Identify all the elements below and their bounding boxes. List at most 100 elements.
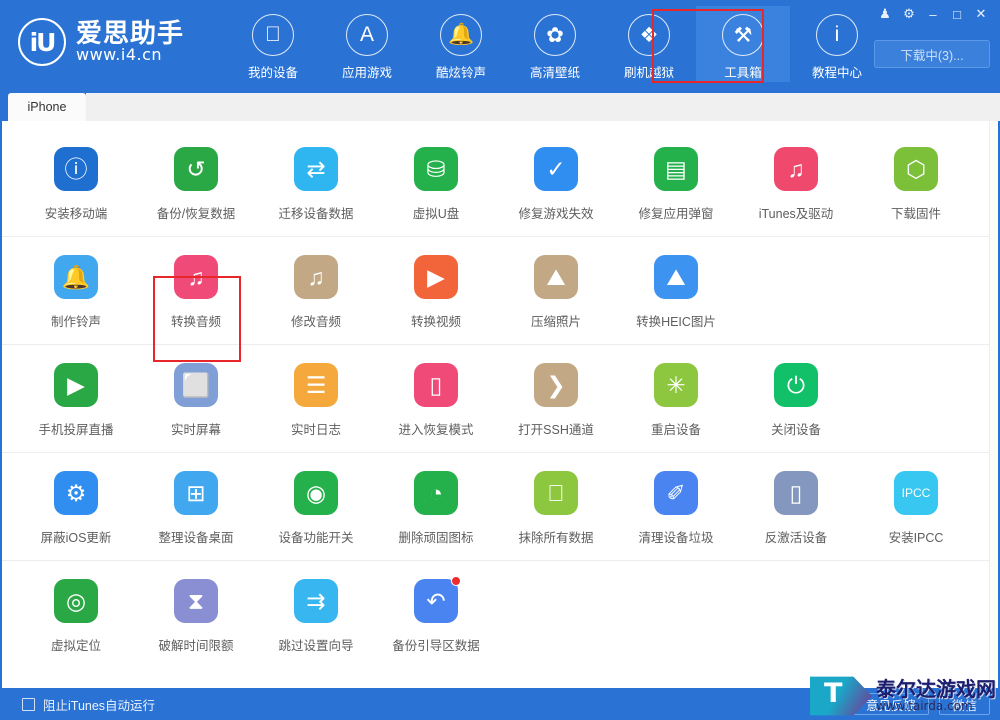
tool-label: 修复游戏失效 xyxy=(518,207,594,221)
brand-url: www.i4.cn xyxy=(76,45,163,65)
device-migrate-icon: ⇄ xyxy=(294,147,338,191)
app-header: iU 爱思助手 www.i4.cn  我的设备 A 应用游戏 🔔 酷炫铃声 ✿ 高清壁纸 ❖ 刷… xyxy=(0,0,1000,88)
tool-backup-restore[interactable]: ↺ 备份/恢复数据 xyxy=(136,129,256,236)
tool-label: 修复应用弹窗 xyxy=(638,207,714,221)
backup-restore-icon: ↺ xyxy=(174,147,218,191)
tool-device-migrate[interactable]: ⇄ 迁移设备数据 xyxy=(256,129,376,236)
tool-label: 设备功能开关 xyxy=(278,531,354,545)
tool-label: 破解时间限额 xyxy=(158,639,234,653)
dropbox-flash-icon: ❖ xyxy=(628,14,671,56)
live-log-icon: ☰ xyxy=(294,363,338,407)
convert-heic-icon: ⛰ xyxy=(654,255,698,299)
erase-all-icon:  xyxy=(534,471,578,515)
wechat-button[interactable]: 微信 xyxy=(938,693,990,715)
tool-erase-all[interactable]:  抹除所有数据 xyxy=(496,453,616,560)
fix-game-icon: ✓ xyxy=(534,147,578,191)
tool-appleid-popup[interactable]: ▤ 修复应用弹窗 xyxy=(616,129,736,236)
block-itunes-label: 阻止iTunes自动运行 xyxy=(43,698,156,713)
tool-label: 转换音频 xyxy=(170,315,221,329)
close-icon[interactable]: ✕ xyxy=(970,4,992,24)
tool-edit-audio[interactable]: ♫ 修改音频 xyxy=(256,237,376,344)
window-controls: ♟ ⚙ – □ ✕ xyxy=(874,4,992,24)
tool-delete-stubborn[interactable]: ◔ 删除顽固图标 xyxy=(376,453,496,560)
tool-compress-photo[interactable]: ⛰ 压缩照片 xyxy=(496,237,616,344)
tool-usb-drive[interactable]: ⛁ 虚拟U盘 xyxy=(376,129,496,236)
vertical-scrollbar[interactable] xyxy=(989,121,998,688)
notification-badge xyxy=(451,576,461,586)
i4tools-window: iU 爱思助手 www.i4.cn  我的设备 A 应用游戏 🔔 酷炫铃声 ✿ 高清壁纸 ❖ 刷… xyxy=(0,0,1000,720)
nav-item-info[interactable]: i 教程中心 xyxy=(790,6,884,82)
apple-icon:  xyxy=(252,14,295,56)
checkbox-box-icon[interactable] xyxy=(22,697,35,711)
tool-virtual-location[interactable]: ◎ 虚拟定位 xyxy=(16,561,136,668)
tab-iphone[interactable]: iPhone xyxy=(8,93,86,121)
tool-firmware-box[interactable]: ⬡ 下载固件 xyxy=(856,129,976,236)
tool-convert-video[interactable]: ▶ 转换视频 xyxy=(376,237,496,344)
tool-i4-app[interactable]: ⓘ 安装移动端 xyxy=(16,129,136,236)
tool-label: 删除顽固图标 xyxy=(398,531,474,545)
live-screen-icon: ⬜ xyxy=(174,363,218,407)
flower-wallpaper-icon: ✿ xyxy=(534,14,577,56)
nav-item-label: 刷机越狱 xyxy=(624,66,675,80)
tool-live-screen[interactable]: ⬜ 实时屏幕 xyxy=(136,345,256,452)
block-itunes-checkbox[interactable]: 阻止iTunes自动运行 xyxy=(22,695,155,714)
status-actions: 意见反馈 微信 xyxy=(852,693,990,715)
tool-organize-desktop[interactable]: ⊞ 整理设备桌面 xyxy=(136,453,256,560)
brand-name: 爱思助手 xyxy=(76,17,185,48)
tool-label: 抹除所有数据 xyxy=(518,531,594,545)
minimize-icon[interactable]: – xyxy=(922,4,944,24)
tool-make-ringtone[interactable]: 🔔 制作铃声 xyxy=(16,237,136,344)
feedback-button[interactable]: 意见反馈 xyxy=(852,693,929,715)
virtual-location-icon: ◎ xyxy=(54,579,98,623)
tool-screen-cast[interactable]: ▶ 手机投屏直播 xyxy=(16,345,136,452)
tool-row: ◎ 虚拟定位 ⧗ 破解时间限额 ⇉ 跳过设置向导 ↶ 备份引导区数据 xyxy=(2,561,998,668)
deactivate-device-icon: ▯ xyxy=(774,471,818,515)
tool-label: 虚拟定位 xyxy=(50,639,101,653)
tool-label: 清理设备垃圾 xyxy=(638,531,714,545)
tool-convert-audio[interactable]: ♫ 转换音频 xyxy=(136,237,256,344)
organize-desktop-icon: ⊞ xyxy=(174,471,218,515)
download-status-button[interactable]: 下载中(3)... xyxy=(874,40,990,68)
brand-text: 爱思助手 www.i4.cn xyxy=(76,17,185,65)
tool-feature-toggle[interactable]: ◉ 设备功能开关 xyxy=(256,453,376,560)
tool-label: 虚拟U盘 xyxy=(412,207,460,221)
brand-mark-icon: iU xyxy=(18,18,66,66)
tabbar-filler xyxy=(86,93,1000,121)
tool-label: 进入恢复模式 xyxy=(398,423,474,437)
tool-label: 实时日志 xyxy=(290,423,341,437)
tool-label: 跳过设置向导 xyxy=(278,639,354,653)
tool-live-log[interactable]: ☰ 实时日志 xyxy=(256,345,376,452)
crack-screentime-icon: ⧗ xyxy=(174,579,218,623)
tool-convert-heic[interactable]: ⛰ 转换HEIC图片 xyxy=(616,237,736,344)
tool-label: 下载固件 xyxy=(890,207,941,221)
nav-item-dropbox-flash[interactable]: ❖ 刷机越狱 xyxy=(602,6,696,82)
tool-itunes-driver[interactable]: ♫ iTunes及驱动 xyxy=(736,129,856,236)
nav-item-appstore[interactable]: A 应用游戏 xyxy=(320,6,414,82)
tool-ssh-terminal[interactable]: ❯ 打开SSH通道 xyxy=(496,345,616,452)
skin-icon[interactable]: ♟ xyxy=(874,4,896,24)
tool-label: 整理设备桌面 xyxy=(158,531,234,545)
nav-item-apple[interactable]:  我的设备 xyxy=(226,6,320,82)
tool-deactivate-device[interactable]: ▯ 反激活设备 xyxy=(736,453,856,560)
tool-label: 手机投屏直播 xyxy=(38,423,114,437)
tool-recovery-mode[interactable]: ▯ 进入恢复模式 xyxy=(376,345,496,452)
tool-clean-junk[interactable]: ✐ 清理设备垃圾 xyxy=(616,453,736,560)
nav-item-label: 酷炫铃声 xyxy=(436,66,487,80)
settings-gear-icon[interactable]: ⚙ xyxy=(898,4,920,24)
tool-block-ios-update[interactable]: ⚙ 屏蔽iOS更新 xyxy=(16,453,136,560)
tool-power-off[interactable]: ⏻ 关闭设备 xyxy=(736,345,856,452)
tool-crack-screentime[interactable]: ⧗ 破解时间限额 xyxy=(136,561,256,668)
info-icon: i xyxy=(816,14,859,56)
tool-install-ipcc[interactable]: IPCC 安装IPCC xyxy=(856,453,976,560)
nav-item-bell[interactable]: 🔔 酷炫铃声 xyxy=(414,6,508,82)
tool-label: 转换视频 xyxy=(410,315,461,329)
nav-item-flower-wallpaper[interactable]: ✿ 高清壁纸 xyxy=(508,6,602,82)
tool-row: ⚙ 屏蔽iOS更新 ⊞ 整理设备桌面 ◉ 设备功能开关 ◔ 删除顽固图标  抹除所有数据 ✐ 清理设… xyxy=(2,453,998,561)
appstore-icon: A xyxy=(346,14,389,56)
tool-restart-device[interactable]: ✳ 重启设备 xyxy=(616,345,736,452)
maximize-icon[interactable]: □ xyxy=(946,4,968,24)
nav-item-toolbox-wrench[interactable]: ⚒ 工具箱 xyxy=(696,6,791,82)
tool-skip-setup[interactable]: ⇉ 跳过设置向导 xyxy=(256,561,376,668)
tool-backup-boot[interactable]: ↶ 备份引导区数据 xyxy=(376,561,496,668)
tool-fix-game[interactable]: ✓ 修复游戏失效 xyxy=(496,129,616,236)
